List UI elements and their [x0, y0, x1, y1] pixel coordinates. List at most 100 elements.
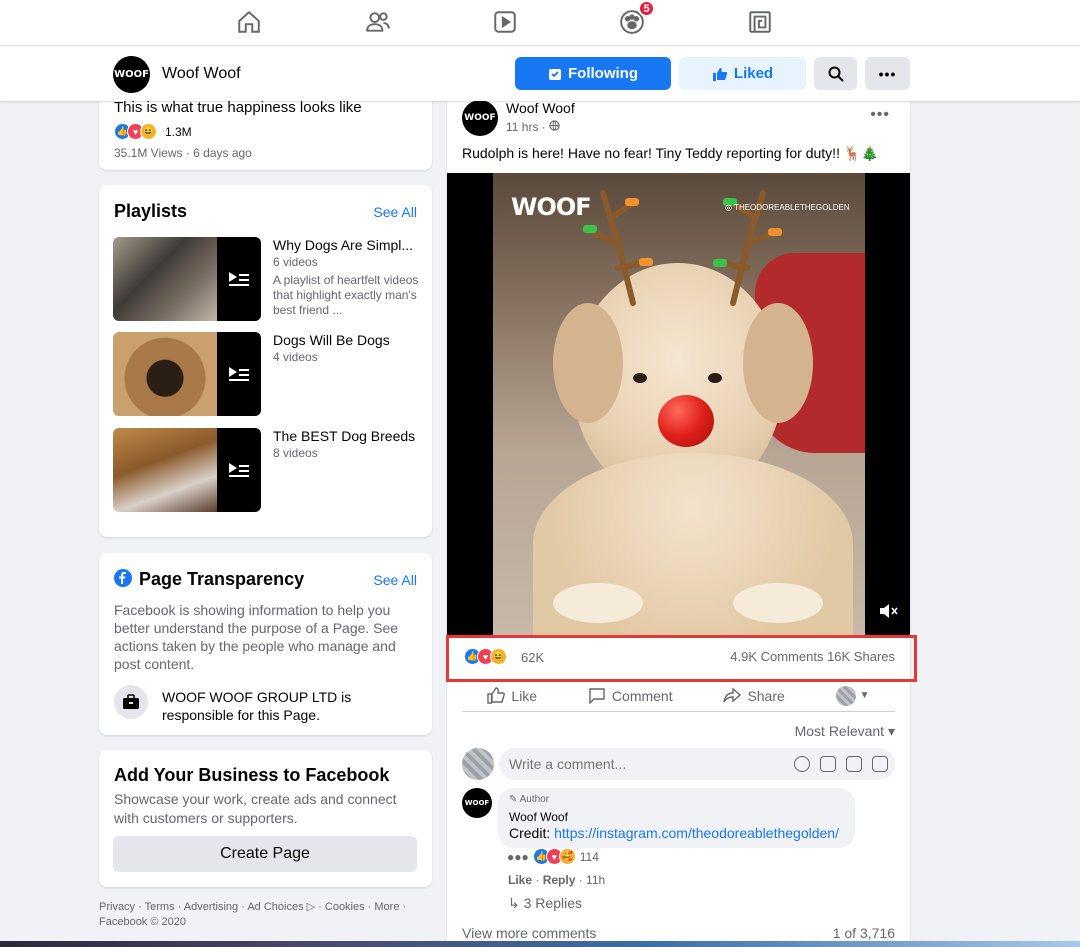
share-label: Share — [747, 687, 785, 704]
red-nose — [658, 395, 714, 447]
page-title[interactable]: Woof Woof — [162, 65, 241, 83]
notification-badge: 5 — [638, 0, 655, 17]
view-more-comments-link[interactable]: View more comments — [462, 925, 596, 941]
mute-icon[interactable] — [878, 602, 898, 625]
post-options-button[interactable]: ••• — [870, 106, 890, 124]
comment-like-link[interactable]: Like — [508, 873, 532, 887]
share-as-selector[interactable]: ▼ — [835, 685, 870, 706]
video-frame[interactable] — [493, 173, 865, 635]
playlist-item[interactable]: Why Dogs Are Simpl... 6 videos A playlis… — [113, 237, 423, 321]
comment-page-count: 1 of 3,716 — [832, 925, 895, 941]
comment-meta: Like · Reply · 11h — [508, 873, 606, 887]
thumbs-up-icon — [487, 687, 506, 704]
like-label: Like — [511, 687, 538, 704]
thumbs-up-icon — [712, 67, 728, 81]
current-user-avatar — [462, 748, 494, 780]
post-card: WOOF Woof Woof 11 hrs · ••• Rudolph is h… — [447, 80, 910, 947]
comment-credit-prefix: Credit: — [509, 825, 555, 841]
add-business-card: Add Your Business to Facebook Showcase y… — [99, 750, 432, 887]
post-timestamp[interactable]: 11 hrs · — [506, 120, 560, 134]
comment-author-avatar[interactable]: WOOF — [462, 788, 492, 818]
home-icon[interactable] — [234, 8, 264, 36]
playlist-thumbnail[interactable] — [113, 428, 261, 512]
comment-reactions[interactable]: ●●● 👍 ♥ 🥰 114 — [507, 848, 599, 865]
create-page-button[interactable]: Create Page — [113, 836, 417, 872]
playlist-description: A playlist of heartfelt videos that high… — [273, 273, 419, 317]
following-icon — [549, 68, 561, 80]
antlers — [583, 190, 782, 306]
gaming-icon[interactable] — [745, 8, 775, 36]
search-icon — [828, 66, 844, 82]
comment-time[interactable]: 11h — [586, 873, 605, 887]
watch-icon[interactable] — [490, 8, 520, 36]
typing-dots-icon: ●●● — [507, 849, 529, 864]
camera-icon[interactable] — [820, 756, 836, 772]
comment-input-tools — [794, 756, 888, 772]
playlist-icon — [229, 367, 249, 381]
share-icon — [723, 687, 742, 703]
playlists-see-all-link[interactable]: See All — [373, 204, 417, 220]
post-author-name[interactable]: Woof Woof — [506, 100, 575, 116]
following-label: Following — [568, 65, 638, 82]
video-watermark-handle: ◎ THEODOREABLETHEGOLDEN — [725, 203, 850, 212]
share-button[interactable]: Share — [723, 687, 785, 704]
playlist-item[interactable]: The BEST Dog Breeds 8 videos — [113, 428, 423, 512]
footer-links[interactable]: Privacy · Terms · Advertising · Ad Choic… — [99, 900, 432, 930]
comment-reply-link[interactable]: Reply — [543, 873, 576, 887]
following-button[interactable]: Following — [515, 57, 671, 90]
groups-icon[interactable]: 5 — [617, 0, 655, 36]
playlist-name[interactable]: Why Dogs Are Simpl... — [273, 237, 423, 253]
playlist-name[interactable]: The BEST Dog Breeds — [273, 428, 423, 444]
featured-video-title[interactable]: This is what true happiness looks like — [114, 99, 362, 116]
more-options-button[interactable]: ••• — [865, 57, 910, 90]
liked-button[interactable]: Liked — [679, 57, 806, 90]
playlist-count: 8 videos — [273, 446, 318, 460]
facebook-icon — [114, 569, 132, 587]
care-reaction-icon: 🥰 — [558, 848, 576, 865]
post-author-avatar[interactable]: WOOF — [462, 100, 498, 136]
view-replies-link[interactable]: ↳ 3 Replies — [508, 895, 582, 912]
friends-icon[interactable] — [363, 8, 393, 36]
highlight-box — [446, 635, 917, 682]
transparency-see-all-link[interactable]: See All — [373, 572, 417, 588]
comment-author-name[interactable]: Woof Woof — [509, 810, 568, 824]
post-time-text: 11 hrs · — [506, 120, 550, 134]
sticker-icon[interactable] — [872, 756, 888, 772]
author-badge: ✎ Author — [509, 794, 550, 805]
responsible-party: WOOF WOOF GROUP LTD is responsible for t… — [162, 689, 352, 723]
haha-reaction-icon: 😆 — [140, 123, 157, 140]
video-player[interactable]: WOOF ◎ THEODOREABLETHEGOLDEN — [447, 173, 910, 635]
playlist-thumbnail[interactable] — [113, 332, 261, 416]
comment-button[interactable]: Comment — [588, 687, 673, 704]
business-title: Add Your Business to Facebook — [114, 765, 390, 785]
playlists-title: Playlists — [114, 201, 188, 221]
playlist-item[interactable]: Dogs Will Be Dogs 4 videos — [113, 332, 423, 416]
featured-reaction-count: 1.3M — [165, 124, 192, 139]
post-caption: Rudolph is here! Have no fear! Tiny Tedd… — [462, 145, 879, 161]
transparency-description: Facebook is showing information to help … — [114, 602, 399, 672]
transparency-title: Page Transparency — [139, 569, 305, 589]
playlist-count: 4 videos — [273, 350, 318, 364]
like-button[interactable]: Like — [487, 687, 537, 704]
comment-sort-dropdown[interactable]: Most Relevant ▾ — [795, 723, 895, 740]
playlists-card: Playlists See All Why Dogs Are Simpl... … — [99, 185, 432, 537]
page-transparency-card: Page Transparency See All Facebook is sh… — [99, 553, 432, 735]
comment-reaction-count: 114 — [579, 849, 599, 864]
video-watermark-logo: WOOF — [511, 193, 592, 221]
page-avatar[interactable]: WOOF — [113, 56, 150, 93]
briefcase-icon — [114, 685, 148, 719]
post-action-bar: Like Comment Share ▼ — [462, 680, 895, 712]
featured-video-meta: 35.1M Views · 6 days ago — [114, 146, 252, 160]
playlist-name[interactable]: Dogs Will Be Dogs — [273, 332, 423, 348]
search-button[interactable] — [814, 57, 857, 90]
liked-label: Liked — [733, 65, 774, 82]
emoji-icon[interactable] — [794, 756, 810, 772]
featured-reactions[interactable]: 👍 ♥ 😆 1.3M — [114, 123, 192, 140]
comment-bubble: ✎ Author Woof Woof Credit: https://insta… — [498, 788, 855, 848]
chevron-down-icon: ▼ — [859, 690, 870, 701]
gif-icon[interactable] — [846, 756, 862, 772]
credit-link[interactable]: https://instagram.com/theodoreablethegol… — [554, 825, 839, 841]
comment-text: Credit: https://instagram.com/theodoreab… — [509, 825, 839, 841]
playlist-icon — [229, 463, 249, 477]
playlist-thumbnail[interactable] — [113, 237, 261, 321]
